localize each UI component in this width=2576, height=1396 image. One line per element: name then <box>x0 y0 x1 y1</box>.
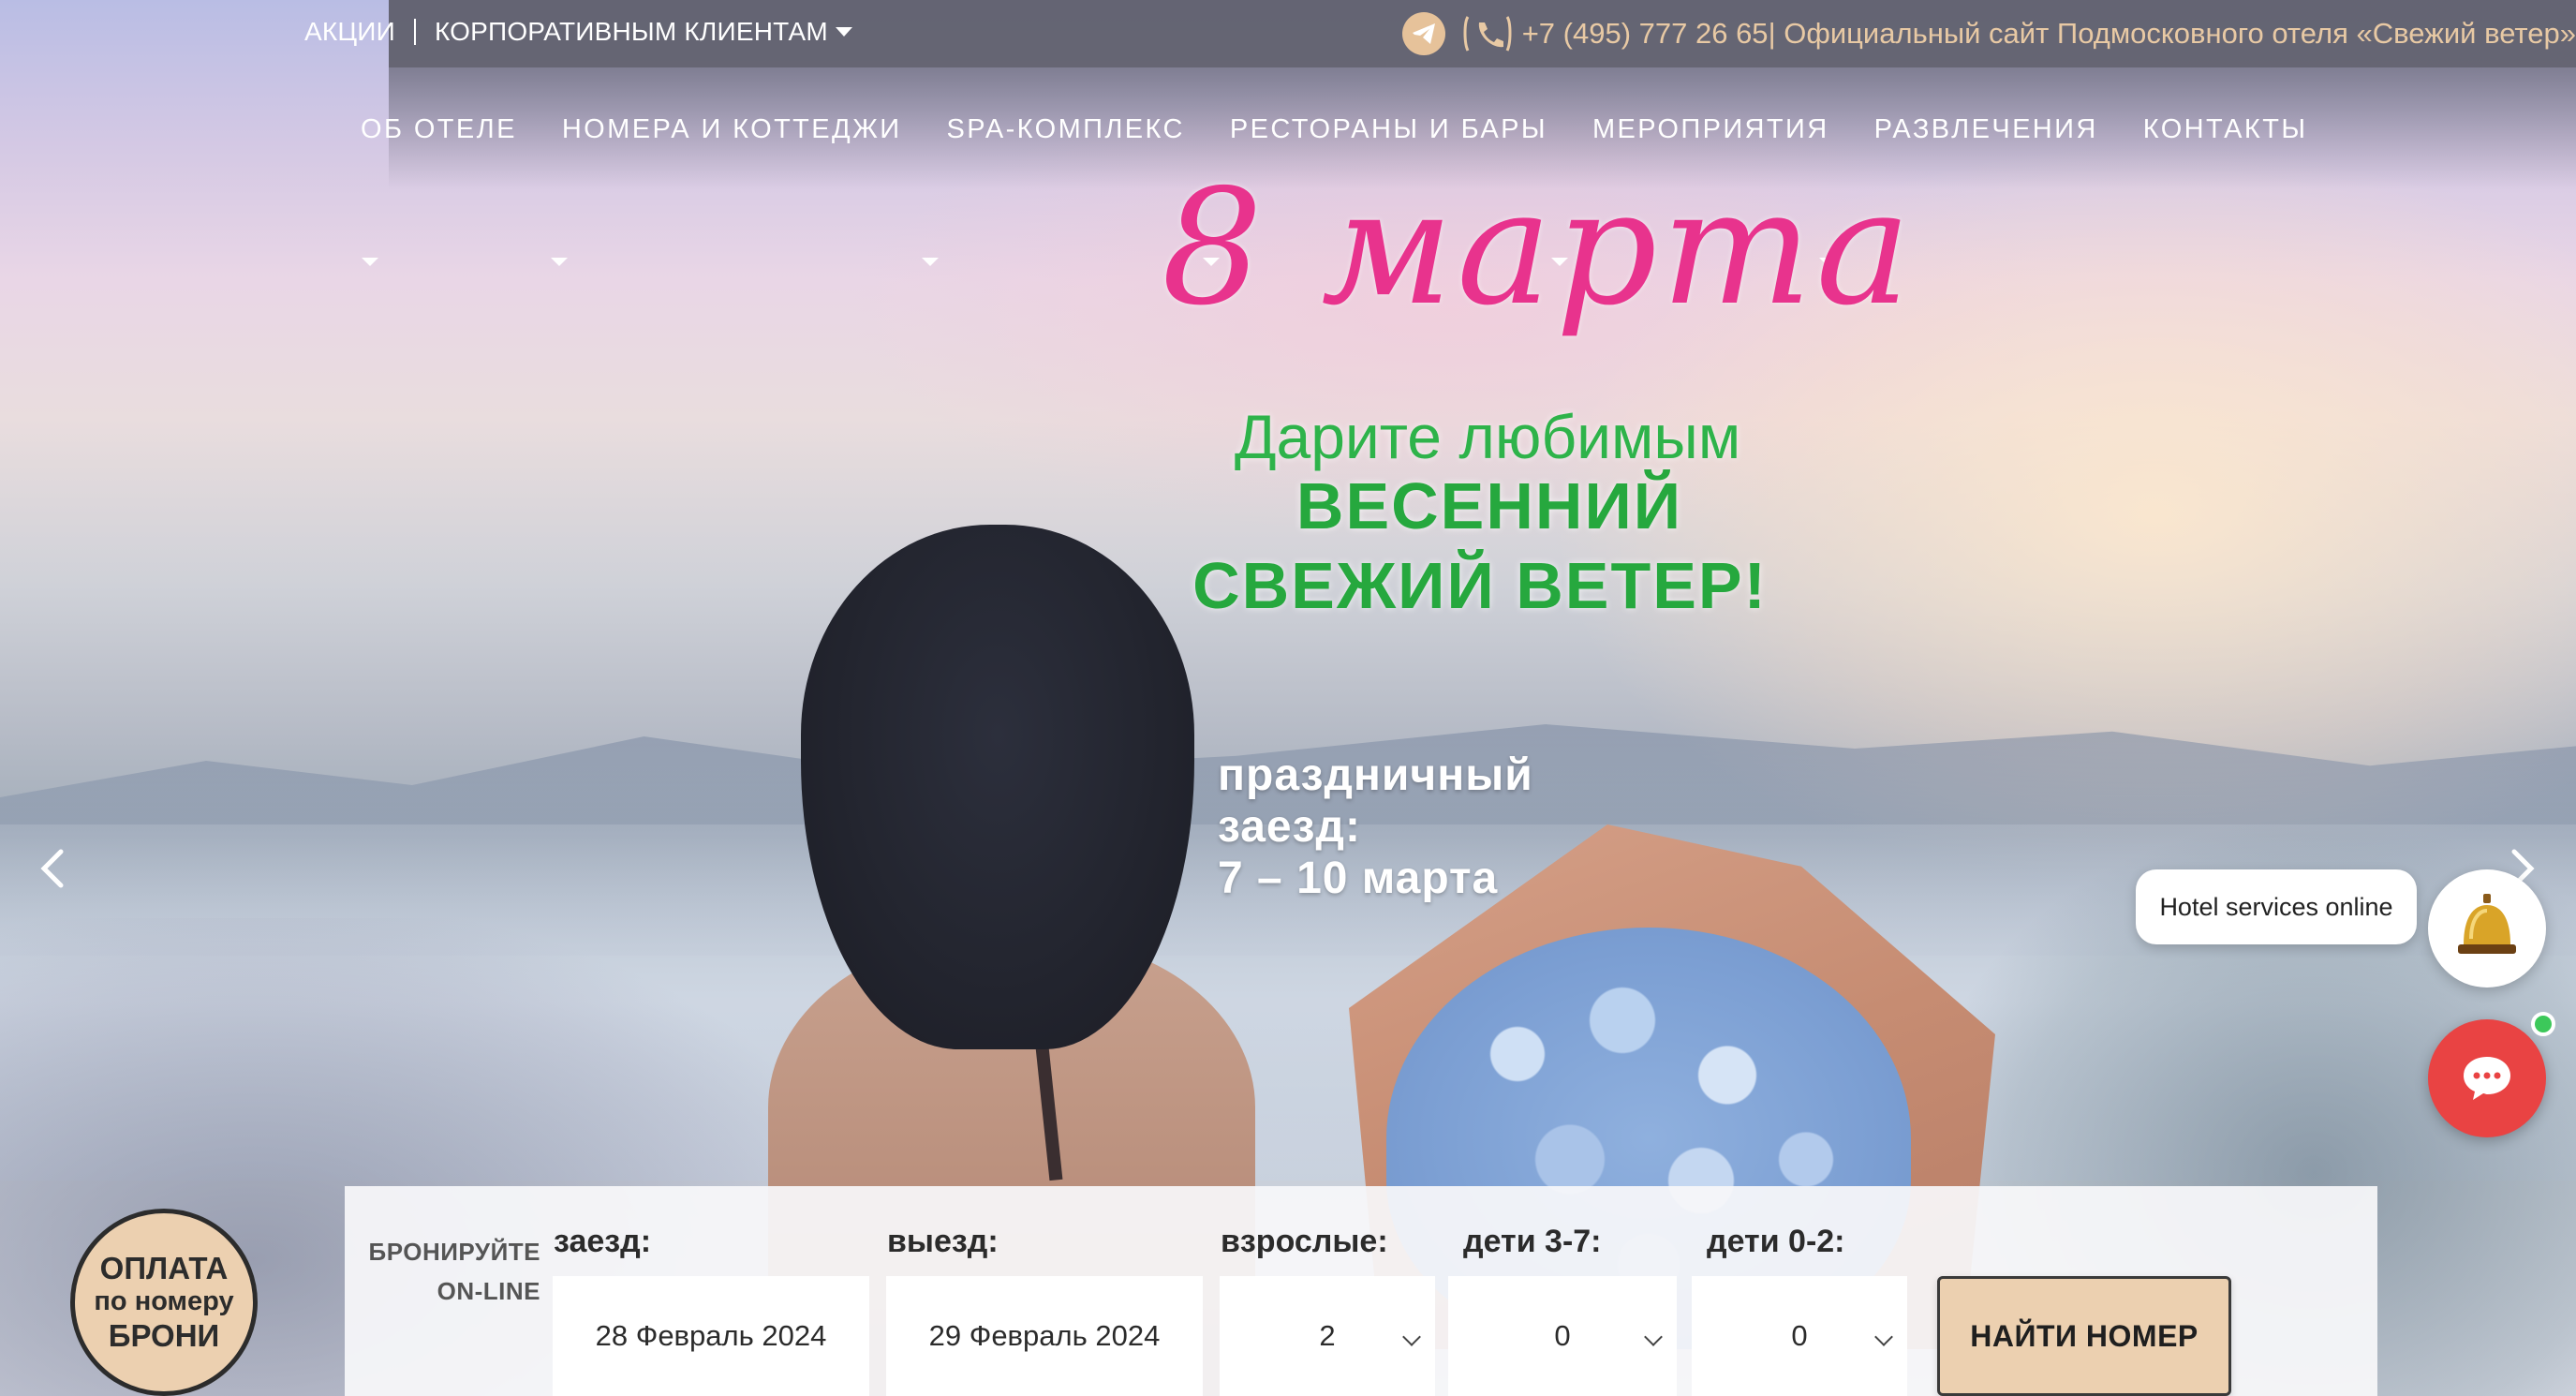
topbar-contacts: +7 (495) 777 26 65 | Официальный сайт По… <box>1401 12 2576 55</box>
promo-subtitle: Дарите любимым <box>1234 402 1741 471</box>
chevron-down-icon[interactable] <box>362 258 378 266</box>
checkout-date-field[interactable]: 29 Февраль 2024 <box>886 1276 1203 1396</box>
promo-title: 8 марта <box>1162 156 1915 341</box>
nav-item-restaurants[interactable]: РЕСТОРАНЫ И БАРЫ <box>1230 114 1547 145</box>
find-room-button[interactable]: НАЙТИ НОМЕР <box>1937 1276 2231 1396</box>
phone-number-link[interactable]: +7 (495) 777 26 65 <box>1522 17 1769 51</box>
pay-badge-line2: по номеру <box>94 1286 234 1317</box>
booking-form: БРОНИРУЙТЕ ON-LINE заезд: 28 Февраль 202… <box>345 1186 2377 1396</box>
topbar-left-links: АКЦИИ КОРПОРАТИВНЫМ КЛИЕНТАМ <box>304 13 852 51</box>
kids-0-2-label: дети 0-2: <box>1707 1224 1845 1259</box>
checkout-label: выезд: <box>887 1224 999 1259</box>
promo-dates-line1: праздничный <box>1218 750 1533 800</box>
checkin-date-field[interactable]: 28 Февраль 2024 <box>553 1276 869 1396</box>
chevron-down-icon[interactable] <box>835 27 852 37</box>
live-chat-button[interactable] <box>2428 1019 2546 1137</box>
chevron-down-icon <box>1644 1328 1663 1346</box>
promo-link[interactable]: АКЦИИ <box>304 17 395 47</box>
nav-item-spa[interactable]: SPA-КОМПЛЕКС <box>947 114 1185 145</box>
booking-label-line1: БРОНИРУЙТЕ <box>368 1238 540 1266</box>
kids-3-7-select-value: 0 <box>1554 1319 1571 1352</box>
kids-0-2-select[interactable]: 0 <box>1692 1276 1907 1396</box>
topbar-divider <box>413 19 416 45</box>
telegram-icon[interactable] <box>1401 12 1445 55</box>
promo-dates-line2: заезд: <box>1218 802 1361 853</box>
slider-prev-arrow-icon[interactable] <box>33 848 74 889</box>
main-navigation: ОБ ОТЕЛЕ НОМЕРА И КОТТЕДЖИ SPA-КОМПЛЕКС … <box>361 114 2307 145</box>
pay-badge-line1: ОПЛАТА <box>99 1251 229 1286</box>
kids-0-2-select-value: 0 <box>1791 1319 1808 1352</box>
online-status-indicator <box>2531 1012 2555 1036</box>
nav-item-entertainment[interactable]: РАЗВЛЕЧЕНИЯ <box>1874 114 2098 145</box>
nav-item-contacts[interactable]: КОНТАКТЫ <box>2143 114 2308 145</box>
nav-item-about[interactable]: ОБ ОТЕЛЕ <box>361 114 517 145</box>
site-caption: | Официальный сайт Подмосковного отеля «… <box>1768 17 2576 50</box>
kids-3-7-label: дети 3-7: <box>1463 1224 1602 1259</box>
booking-label-line2: ON-LINE <box>437 1276 540 1305</box>
pay-badge-line3: БРОНИ <box>108 1317 220 1353</box>
bell-icon <box>2458 894 2516 954</box>
checkin-date-value: 28 Февраль 2024 <box>595 1319 827 1352</box>
pay-by-booking-badge[interactable]: ОПЛАТА по номеру БРОНИ <box>70 1209 258 1396</box>
kids-3-7-select[interactable]: 0 <box>1448 1276 1677 1396</box>
promo-dates-line3: 7 – 10 марта <box>1218 854 1499 904</box>
chat-icon <box>2464 1057 2510 1100</box>
checkin-label: заезд: <box>554 1224 652 1259</box>
nav-item-events[interactable]: МЕРОПРИЯТИЯ <box>1592 114 1829 145</box>
hotel-services-button[interactable] <box>2428 869 2546 988</box>
checkout-date-value: 29 Февраль 2024 <box>928 1319 1161 1352</box>
chevron-down-icon[interactable] <box>922 258 939 266</box>
corporate-clients-link[interactable]: КОРПОРАТИВНЫМ КЛИЕНТАМ <box>435 17 828 47</box>
nav-item-rooms[interactable]: НОМЕРА И КОТТЕДЖИ <box>562 114 902 145</box>
adults-select-value: 2 <box>1319 1319 1336 1352</box>
promo-headline-line2: СВЕЖИЙ ВЕТЕР! <box>1192 549 1768 622</box>
adults-label: взрослые: <box>1221 1224 1388 1259</box>
chevron-down-icon <box>1874 1328 1893 1346</box>
chevron-down-icon[interactable] <box>551 258 568 266</box>
hotel-services-bubble[interactable]: Hotel services online <box>2136 869 2417 944</box>
booking-online-label: БРОНИРУЙТЕ ON-LINE <box>353 1233 540 1311</box>
promo-headline-line1: ВЕСЕННИЙ <box>1295 469 1683 542</box>
phone-icon <box>1463 16 1512 52</box>
adults-select[interactable]: 2 <box>1220 1276 1435 1396</box>
chevron-down-icon <box>1402 1328 1421 1346</box>
promo-dates: праздничный заезд: 7 – 10 марта <box>1218 750 1533 905</box>
